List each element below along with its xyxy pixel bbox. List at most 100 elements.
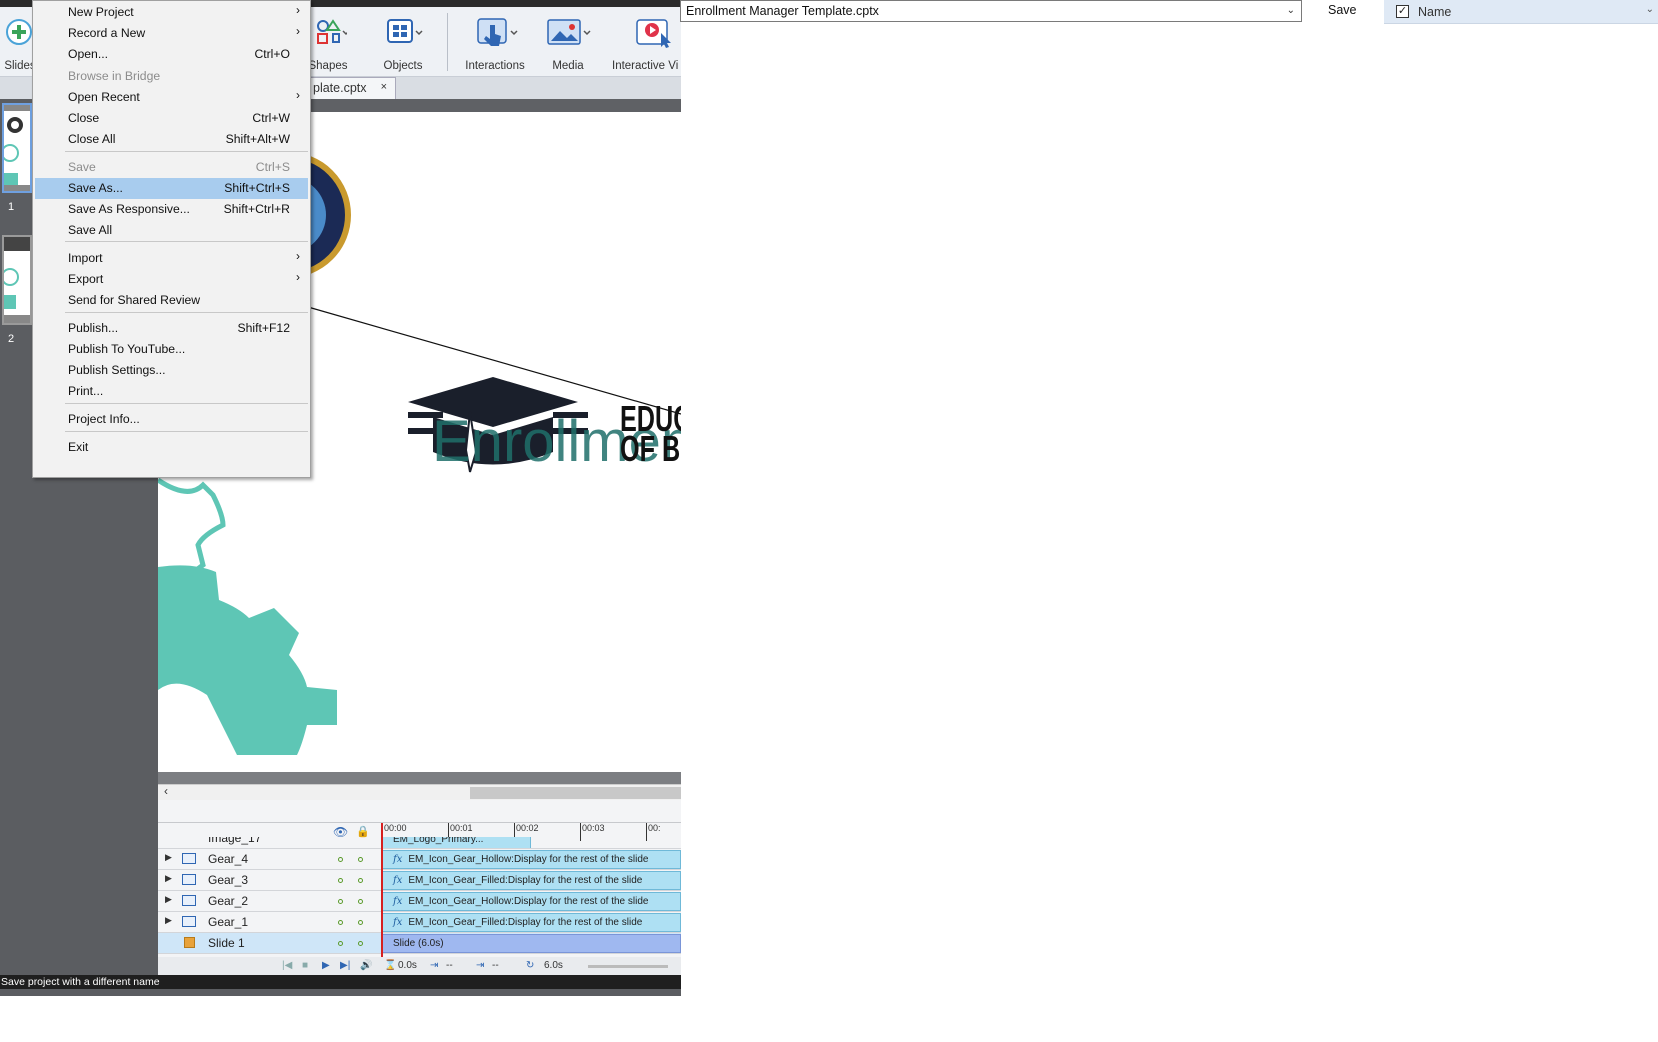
menu-item-save-as[interactable]: Save As... Shift+Ctrl+S — [35, 178, 308, 199]
stage-right-line-2: OF BI — [620, 428, 681, 469]
menu-item-shortcut: Ctrl+S — [255, 160, 290, 174]
menu-item-record-a-new[interactable]: Record a New › — [35, 23, 308, 44]
status-bar: Save project with a different name — [0, 975, 681, 989]
slide-thumbnail-2-preview — [1, 237, 30, 323]
timeline-row-gear1[interactable]: ▶ Gear_1 fx EM_Icon_Gear_Filled:Display f… — [158, 912, 681, 933]
timeline-row-gear3[interactable]: ▶ Gear_3 fx EM_Icon_Gear_Filled:Display f… — [158, 870, 681, 891]
timeline-row-name: Image_17 — [208, 837, 262, 845]
menu-item-save-all[interactable]: Save All — [35, 220, 308, 241]
audio-icon[interactable]: 🔊 — [360, 960, 372, 971]
lock-dot[interactable] — [358, 920, 363, 925]
menu-item-shortcut: Ctrl+O — [254, 47, 290, 61]
slide-thumbnail-1[interactable] — [1, 103, 32, 193]
menu-item-exit[interactable]: Exit — [35, 437, 308, 458]
zoom-slider[interactable] — [588, 965, 668, 968]
menu-item-publish[interactable]: Publish... Shift+F12 — [35, 318, 308, 339]
expand-triangle-icon[interactable]: ▶ — [165, 894, 172, 905]
expand-triangle-icon[interactable]: ▶ — [165, 915, 172, 926]
menu-item-close-all[interactable]: Close All Shift+Alt+W — [35, 129, 308, 150]
close-tab-icon[interactable]: × — [381, 81, 387, 93]
menu-item-label: Save As Responsive... — [68, 202, 190, 216]
menu-item-label: Save — [68, 160, 96, 174]
menu-item-project-info[interactable]: Project Info... — [35, 409, 308, 430]
filename-combobox[interactable]: Enrollment Manager Template.cptx ⌄ — [680, 0, 1302, 22]
slide-thumbnail-1-preview — [1, 105, 30, 191]
timeline-row-name: Gear_4 — [208, 852, 249, 866]
expand-triangle-icon[interactable]: ▶ — [165, 852, 172, 863]
timeline-clip[interactable]: fx EM_Icon_Gear_Hollow:Display for the re… — [382, 892, 681, 911]
menu-item-export[interactable]: Export › — [35, 269, 308, 290]
play-icon[interactable]: ▶ — [322, 960, 330, 971]
timeline-row-gear4[interactable]: ▶ Gear_4 fx EM_Icon_Gear_Hollow:Display f… — [158, 849, 681, 870]
chevron-down-icon[interactable]: ⌄ — [1646, 4, 1654, 15]
timeline-playhead[interactable] — [381, 823, 383, 957]
timeline-clip[interactable]: fx EM_Icon_Gear_Filled:Display for the re… — [382, 913, 681, 932]
timeline-clip-label: EM_Icon_Gear_Hollow:Display for the rest… — [408, 896, 649, 907]
visibility-dot[interactable] — [338, 920, 343, 925]
expand-triangle-icon[interactable]: ▶ — [165, 873, 172, 884]
shapes-label: Shapes — [308, 60, 348, 72]
menu-item-publish-settings[interactable]: Publish Settings... — [35, 360, 308, 381]
stage-bottom-strip — [158, 772, 681, 784]
stop-icon[interactable]: ■ — [302, 960, 308, 971]
menu-item-label: Import — [68, 251, 103, 265]
image-object-icon — [182, 853, 196, 864]
effect-fx-icon: fx — [393, 896, 403, 907]
menu-item-label: Close — [68, 111, 100, 125]
menu-item-open-recent[interactable]: Open Recent › — [35, 87, 308, 108]
lock-dot[interactable] — [358, 878, 363, 883]
menu-item-open[interactable]: Open... Ctrl+O — [35, 44, 308, 65]
scrollbar-thumb[interactable] — [470, 787, 681, 799]
effect-fx-icon: fx — [393, 917, 403, 928]
submenu-chevron-right-icon: › — [296, 270, 300, 284]
scroll-left-icon[interactable]: ‹ — [164, 784, 168, 798]
lock-dot[interactable] — [358, 941, 363, 946]
document-tab[interactable]: plate.cptx × — [300, 77, 396, 99]
visibility-dot[interactable] — [338, 899, 343, 904]
timeline-clip-label: EM_Icon_Gear_Filled:Display for the rest… — [408, 917, 643, 928]
menu-item-close[interactable]: Close Ctrl+W — [35, 108, 308, 129]
menu-item-browse-in-bridge: Browse in Bridge — [35, 66, 308, 87]
timeline-clip[interactable]: fx EM_Icon_Gear_Filled:Display for the re… — [382, 871, 681, 890]
interactive-video-icon — [636, 19, 671, 48]
menu-item-print[interactable]: Print... — [35, 381, 308, 402]
submenu-chevron-right-icon: › — [296, 24, 300, 38]
lock-dot[interactable] — [358, 857, 363, 862]
lock-dot[interactable] — [358, 899, 363, 904]
select-all-checkbox[interactable]: ✓ — [1396, 5, 1409, 18]
save-button[interactable]: Save — [1328, 3, 1357, 17]
chevron-down-icon[interactable]: ⌄ — [1287, 5, 1295, 16]
media-label: Media — [552, 60, 584, 72]
menu-item-label: Project Info... — [68, 412, 140, 426]
menu-item-label: Publish To YouTube... — [68, 342, 186, 356]
timeline-row-image17[interactable]: Image_17 EM_Logo_Primary... — [158, 837, 681, 849]
menu-item-label: Save All — [68, 223, 113, 237]
forward-end-icon[interactable]: ▶| — [340, 960, 350, 971]
menu-item-save-as-responsive[interactable]: Save As Responsive... Shift+Ctrl+R — [35, 199, 308, 220]
visibility-dot[interactable] — [338, 857, 343, 862]
timeline-clip[interactable]: Slide (6.0s) — [382, 934, 681, 953]
menu-item-label: Save As... — [68, 181, 123, 195]
stage-horizontal-scrollbar[interactable]: ‹ — [158, 784, 681, 800]
timeline-clip[interactable]: EM_Logo_Primary... — [382, 837, 531, 848]
timeline-row-gear2[interactable]: ▶ Gear_2 fx EM_Icon_Gear_Hollow:Display f… — [158, 891, 681, 912]
timeline-row-name: Gear_3 — [208, 873, 249, 887]
menu-item-publish-to-youtube[interactable]: Publish To YouTube... — [35, 339, 308, 360]
rewind-icon[interactable]: |◀ — [282, 960, 292, 971]
name-column-header[interactable]: ✓ Name ⌃ ⌄ — [1384, 0, 1658, 24]
effect-fx-icon: fx — [393, 854, 403, 865]
timeline-row-slide1[interactable]: Slide 1 Slide (6.0s) — [158, 933, 681, 954]
menu-separator — [65, 151, 308, 152]
menu-item-label: New Project — [68, 5, 134, 19]
visibility-dot[interactable] — [338, 878, 343, 883]
menu-item-label: Send for Shared Review — [68, 293, 201, 307]
menu-item-send-for-shared-review[interactable]: Send for Shared Review — [35, 290, 308, 311]
menu-item-shortcut: Shift+Ctrl+S — [224, 181, 290, 195]
menu-item-import[interactable]: Import › — [35, 248, 308, 269]
name-column-label: Name — [1418, 5, 1452, 19]
timeline-row-name: Gear_2 — [208, 894, 249, 908]
timeline-clip[interactable]: fx EM_Icon_Gear_Hollow:Display for the re… — [382, 850, 681, 869]
menu-item-new-project[interactable]: New Project › — [35, 2, 308, 23]
visibility-dot[interactable] — [338, 941, 343, 946]
slide-thumbnail-2[interactable] — [1, 235, 32, 325]
